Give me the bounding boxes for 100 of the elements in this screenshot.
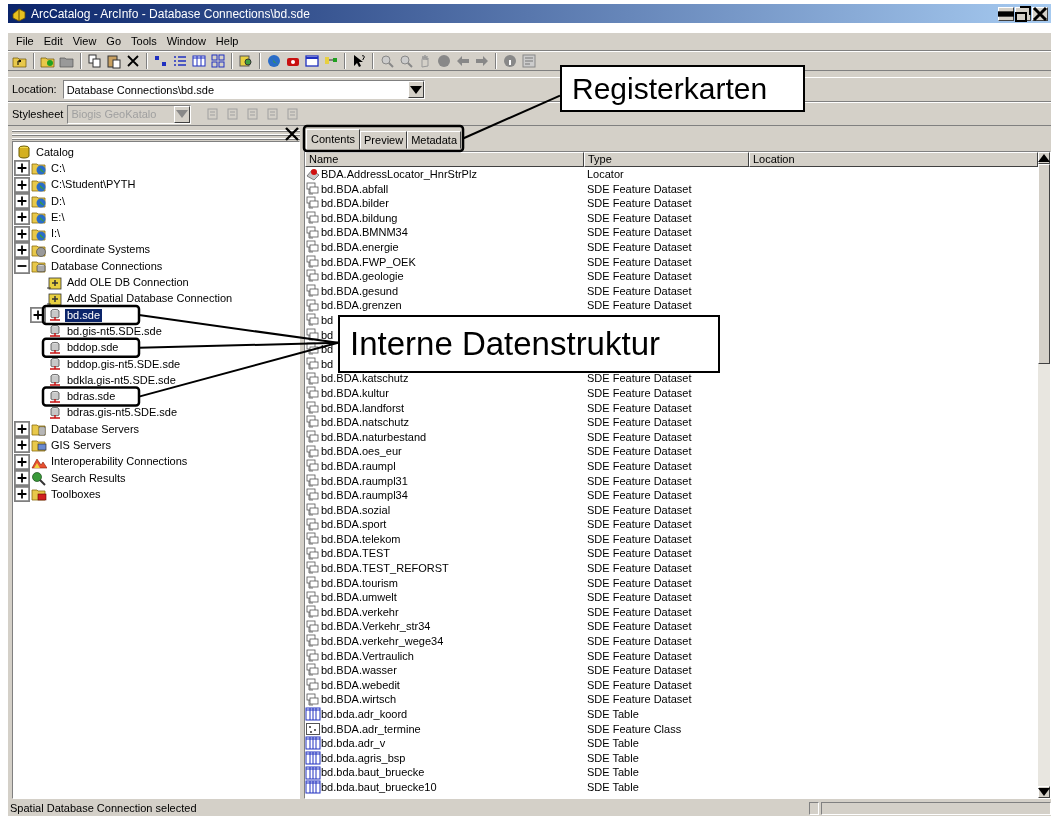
tree-item[interactable]: Add Spatial Database Connection bbox=[65, 292, 235, 306]
expand-toggle[interactable] bbox=[14, 225, 30, 242]
tab[interactable]: Preview bbox=[360, 131, 408, 149]
dropdown-button[interactable] bbox=[407, 81, 424, 98]
item-name[interactable]: bd.BDA.grenzen bbox=[321, 297, 402, 314]
info-icon[interactable] bbox=[502, 53, 518, 69]
tree-item[interactable]: bdras.gis-nt5.SDE.sde bbox=[65, 406, 180, 420]
menu-item[interactable]: View bbox=[68, 33, 101, 50]
tree-item[interactable]: C:\ bbox=[49, 161, 68, 175]
item-name[interactable]: bd bbox=[321, 312, 334, 329]
item-name[interactable]: bd.BDA.FWP_OEK bbox=[321, 253, 416, 271]
item-name[interactable]: bd.BDA.wirtsch bbox=[321, 691, 397, 708]
item-name[interactable]: bd.bda.adr_koord bbox=[321, 706, 408, 723]
item-name[interactable]: bd.bda.baut_bruecke10 bbox=[321, 779, 437, 796]
menu-item[interactable]: Help bbox=[211, 33, 243, 50]
item-name[interactable]: bd.BDA.telekom bbox=[321, 530, 401, 548]
close-button[interactable] bbox=[1032, 6, 1048, 21]
close-icon[interactable] bbox=[284, 126, 300, 142]
tree-item[interactable]: GIS Servers bbox=[49, 439, 113, 452]
scroll-thumb[interactable] bbox=[1038, 164, 1050, 364]
item-name[interactable]: bd.BDA.Verkehr_str34 bbox=[321, 618, 431, 635]
item-name[interactable]: bd.BDA.sozial bbox=[321, 501, 391, 519]
expand-toggle[interactable] bbox=[14, 241, 30, 258]
item-name[interactable]: bd.BDA.Vertraulich bbox=[321, 647, 414, 665]
item-name[interactable]: bd.BDA.TEST_REFORST bbox=[321, 560, 449, 577]
tree-item[interactable]: Coordinate Systems bbox=[49, 243, 153, 257]
menu-item[interactable]: Go bbox=[102, 33, 126, 50]
tree-item[interactable]: Toolboxes bbox=[49, 487, 103, 501]
restore-button[interactable] bbox=[1015, 6, 1031, 21]
location-combo[interactable]: Database Connections\bd.sde bbox=[62, 80, 425, 99]
tree-item[interactable]: I:\ bbox=[49, 227, 63, 241]
expand-toggle[interactable] bbox=[14, 258, 30, 275]
expand-toggle[interactable] bbox=[14, 421, 30, 438]
item-name[interactable]: bd bbox=[321, 326, 334, 344]
expand-toggle[interactable] bbox=[14, 193, 30, 210]
expand-toggle[interactable] bbox=[14, 470, 30, 487]
scrollbar[interactable] bbox=[1038, 152, 1050, 798]
menu-item[interactable]: Tools bbox=[127, 33, 161, 50]
minimize-button[interactable] bbox=[998, 6, 1014, 21]
search-icon[interactable] bbox=[238, 53, 254, 69]
item-name[interactable]: bd.BDA.naturbestand bbox=[321, 428, 427, 446]
tree-item[interactable]: Search Results bbox=[49, 471, 128, 485]
item-name[interactable]: bd.BDA.natschutz bbox=[321, 414, 410, 431]
thumbnails-icon[interactable] bbox=[210, 53, 226, 69]
globe-icon[interactable] bbox=[266, 53, 282, 69]
column-header[interactable]: Location bbox=[749, 152, 1038, 167]
tree-item[interactable]: Add OLE DB Connection bbox=[65, 276, 191, 289]
expand-toggle[interactable] bbox=[14, 437, 30, 454]
location-field[interactable]: Database Connections\bd.sde bbox=[63, 83, 408, 96]
item-name[interactable]: bd.BDA.webedit bbox=[321, 676, 400, 694]
item-name[interactable]: bd.BDA.raumpl34 bbox=[321, 487, 408, 504]
item-name[interactable]: bd.BDA.katschutz bbox=[321, 370, 409, 387]
item-name[interactable]: bd.BDA.landforst bbox=[321, 399, 405, 417]
item-name[interactable]: bd.BDA.oes_eur bbox=[321, 443, 402, 460]
item-name[interactable]: bd.BDA.raumpl bbox=[321, 457, 396, 475]
tree-item[interactable]: Database Connections bbox=[49, 259, 165, 273]
tree-item[interactable]: bdkla.gis-nt5.SDE.sde bbox=[65, 373, 178, 387]
item-name[interactable]: bd.BDA.TEST bbox=[321, 545, 391, 562]
tab[interactable]: Contents bbox=[306, 129, 361, 150]
item-name[interactable]: bd.bda.agris_bsp bbox=[321, 749, 406, 767]
item-name[interactable]: bd.BDA.energie bbox=[321, 239, 399, 256]
list-icon[interactable] bbox=[172, 53, 188, 69]
item-name[interactable]: bd.bda.baut_bruecke bbox=[321, 764, 425, 781]
item-name[interactable]: BDA.AddressLocator_HnrStrPlz bbox=[321, 166, 477, 183]
tree-item[interactable]: C:\Student\PYTH bbox=[49, 178, 138, 192]
window-icon[interactable] bbox=[304, 53, 320, 69]
item-name[interactable]: bd.BDA.tourism bbox=[321, 574, 399, 592]
item-name[interactable]: bd.BDA.kultur bbox=[321, 384, 389, 402]
tree-item[interactable]: bd.sde bbox=[65, 308, 103, 322]
expand-toggle[interactable] bbox=[14, 209, 30, 226]
expand-toggle[interactable] bbox=[14, 486, 30, 503]
expand-toggle[interactable] bbox=[14, 176, 30, 193]
item-name[interactable]: bd.BDA.verkehr_wege34 bbox=[321, 633, 444, 650]
tree-item[interactable]: D:\ bbox=[49, 194, 68, 208]
item-name[interactable]: bd.BDA.gesund bbox=[321, 282, 399, 300]
item-name[interactable]: bd.BDA.wasser bbox=[321, 662, 397, 679]
tab[interactable]: Metadata bbox=[407, 131, 462, 149]
menu-item[interactable]: Window bbox=[162, 33, 210, 50]
item-name[interactable]: bd.BDA.geologie bbox=[321, 268, 404, 285]
tree-item[interactable]: bddop.sde bbox=[65, 341, 121, 355]
item-name[interactable]: bd.BDA.adr_termine bbox=[321, 720, 421, 738]
column-header[interactable]: Name bbox=[305, 152, 584, 167]
tree-item[interactable]: bd.gis-nt5.SDE.sde bbox=[65, 324, 164, 338]
menu-item[interactable]: File bbox=[12, 33, 38, 50]
tree-item[interactable]: Interoperability Connections bbox=[49, 455, 190, 469]
whats-this-icon[interactable] bbox=[351, 53, 367, 69]
paste-icon[interactable] bbox=[106, 53, 122, 69]
expand-toggle[interactable] bbox=[14, 160, 30, 177]
tree-item[interactable]: Catalog bbox=[34, 145, 76, 159]
tree-item[interactable]: E:\ bbox=[49, 210, 67, 224]
item-name[interactable]: bd.BDA.abfall bbox=[321, 180, 389, 198]
item-name[interactable]: bd bbox=[321, 355, 334, 373]
details-icon[interactable] bbox=[191, 53, 207, 69]
item-name[interactable]: bd.BDA.sport bbox=[321, 516, 387, 533]
pane-grip[interactable] bbox=[12, 128, 300, 140]
item-name[interactable]: bd.BDA.verkehr bbox=[321, 603, 399, 621]
menu-item[interactable]: Edit bbox=[39, 33, 67, 50]
item-name[interactable]: bd.BDA.bildung bbox=[321, 209, 398, 227]
copy-icon[interactable] bbox=[87, 53, 103, 69]
column-header[interactable]: Type bbox=[584, 152, 749, 167]
